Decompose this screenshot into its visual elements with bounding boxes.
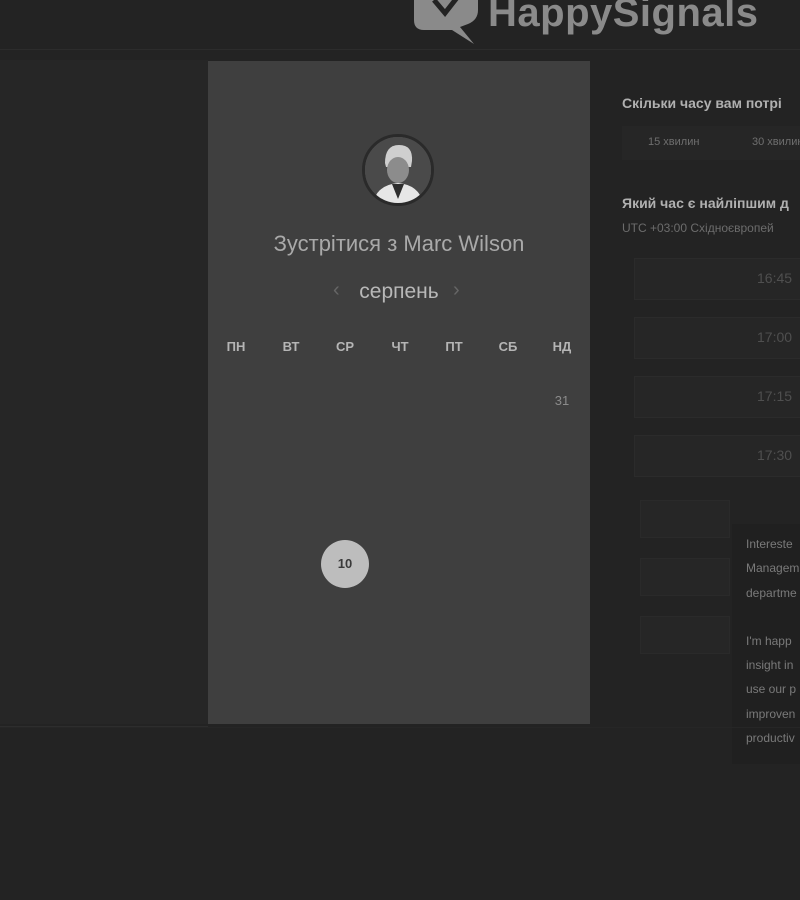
selected-day[interactable]: 10: [321, 540, 369, 588]
calendar-day: [488, 436, 528, 476]
calendar-day: [380, 436, 420, 476]
calendar-day: [216, 490, 256, 530]
calendar-day: [216, 544, 256, 584]
calendar-day: [434, 436, 474, 476]
calendar-day: [434, 490, 474, 530]
calendar-day: [216, 599, 256, 639]
calendar-day: [325, 490, 365, 530]
time-slot[interactable]: 17:00: [634, 317, 800, 359]
weekday-label: ПН: [226, 339, 246, 354]
calendar-day: [488, 544, 528, 584]
duration-selector: 15 хвилин 30 хвилин: [622, 126, 800, 160]
calendar-day: [271, 490, 311, 530]
calendar-day: [434, 544, 474, 584]
bio-line: Managem: [746, 561, 800, 576]
calendar-day: [542, 599, 582, 639]
time-slot-label: 17:00: [757, 329, 793, 345]
time-slot[interactable]: 16:45: [634, 258, 800, 300]
chevron-left-icon[interactable]: ‹: [333, 279, 340, 302]
bio-line: Intereste: [746, 537, 793, 551]
bio-line: insight in: [746, 658, 794, 673]
calendar-day: [271, 544, 311, 584]
calendar-day: [542, 544, 582, 584]
header-divider: [0, 49, 800, 50]
calendar-day: [271, 436, 311, 476]
time-slot[interactable]: 17:15: [634, 376, 800, 418]
calendar-day: [488, 599, 528, 639]
weekday-label: ЧТ: [391, 339, 409, 354]
calendar-day: [488, 381, 528, 421]
time-slot-label: 16:45: [757, 270, 793, 286]
duration-question: Скільки часу вам потрі: [622, 95, 782, 111]
calendar-card: Зустрітися з Marc Wilson ‹ серпень › ПН …: [208, 61, 590, 724]
calendar-day: [542, 490, 582, 530]
calendar-day[interactable]: 31: [542, 381, 582, 421]
left-panel: [0, 60, 208, 724]
calendar-day: [216, 381, 256, 421]
calendar-day: [542, 436, 582, 476]
calendar-day: [380, 544, 420, 584]
weekday-label: ВТ: [282, 339, 300, 354]
chevron-right-icon[interactable]: ›: [453, 279, 460, 302]
weekday-label: СР: [335, 339, 355, 354]
time-slot[interactable]: 17:30: [634, 435, 800, 477]
calendar-day: [380, 490, 420, 530]
calendar-day: [271, 381, 311, 421]
calendar-day: [325, 436, 365, 476]
calendar-day: [216, 436, 256, 476]
bio-paragraph: Intereste Managem departme: [746, 532, 800, 605]
bio-line: improven: [746, 706, 796, 721]
weekday-label: НД: [552, 339, 572, 354]
calendar-day: [380, 381, 420, 421]
time-slot-label: 17:15: [757, 388, 793, 404]
timezone-label[interactable]: UTC +03:00 Східноєвропей: [622, 221, 774, 235]
month-navigation: ‹ серпень ›: [208, 279, 590, 305]
bio-line: I'm happ: [746, 633, 792, 648]
calendar-day: [325, 381, 365, 421]
time-slot-label: 17:30: [757, 447, 793, 463]
time-slot[interactable]: [640, 616, 730, 654]
time-slot[interactable]: [640, 500, 730, 538]
calendar-day: [488, 490, 528, 530]
calendar-day: [325, 599, 365, 639]
host-bio-text: Intereste Managem departme I'm happ insi…: [746, 532, 800, 774]
bio-line: productiv: [746, 731, 795, 746]
header-bar: HappySignals: [0, 0, 800, 50]
bio-line: departme: [746, 585, 797, 600]
speech-bubble-icon: [408, 0, 482, 46]
bio-paragraph: I'm happ insight in use our p improven p…: [746, 629, 800, 750]
duration-option-30[interactable]: 30 хвилин: [752, 136, 800, 148]
time-question: Який час є найліпшим д: [622, 195, 789, 211]
time-slot[interactable]: [640, 558, 730, 596]
duration-option-15[interactable]: 15 хвилин: [648, 136, 699, 148]
weekday-label: СБ: [498, 339, 518, 354]
calendar-day: [434, 381, 474, 421]
footer-divider: [0, 727, 800, 728]
brand-name: HappySignals: [488, 0, 759, 35]
weekday-header: ПН ВТ СР ЧТ ПТ СБ НД: [208, 339, 590, 359]
calendar-day: [380, 599, 420, 639]
month-label: серпень: [359, 280, 439, 303]
bio-line: use our p: [746, 682, 797, 697]
avatar: [362, 134, 434, 206]
brand-logo[interactable]: HappySignals: [408, 0, 759, 48]
calendar-day: [271, 599, 311, 639]
meeting-title: Зустрітися з Marc Wilson: [273, 231, 525, 256]
weekday-label: ПТ: [445, 339, 463, 354]
calendar-day: [434, 599, 474, 639]
